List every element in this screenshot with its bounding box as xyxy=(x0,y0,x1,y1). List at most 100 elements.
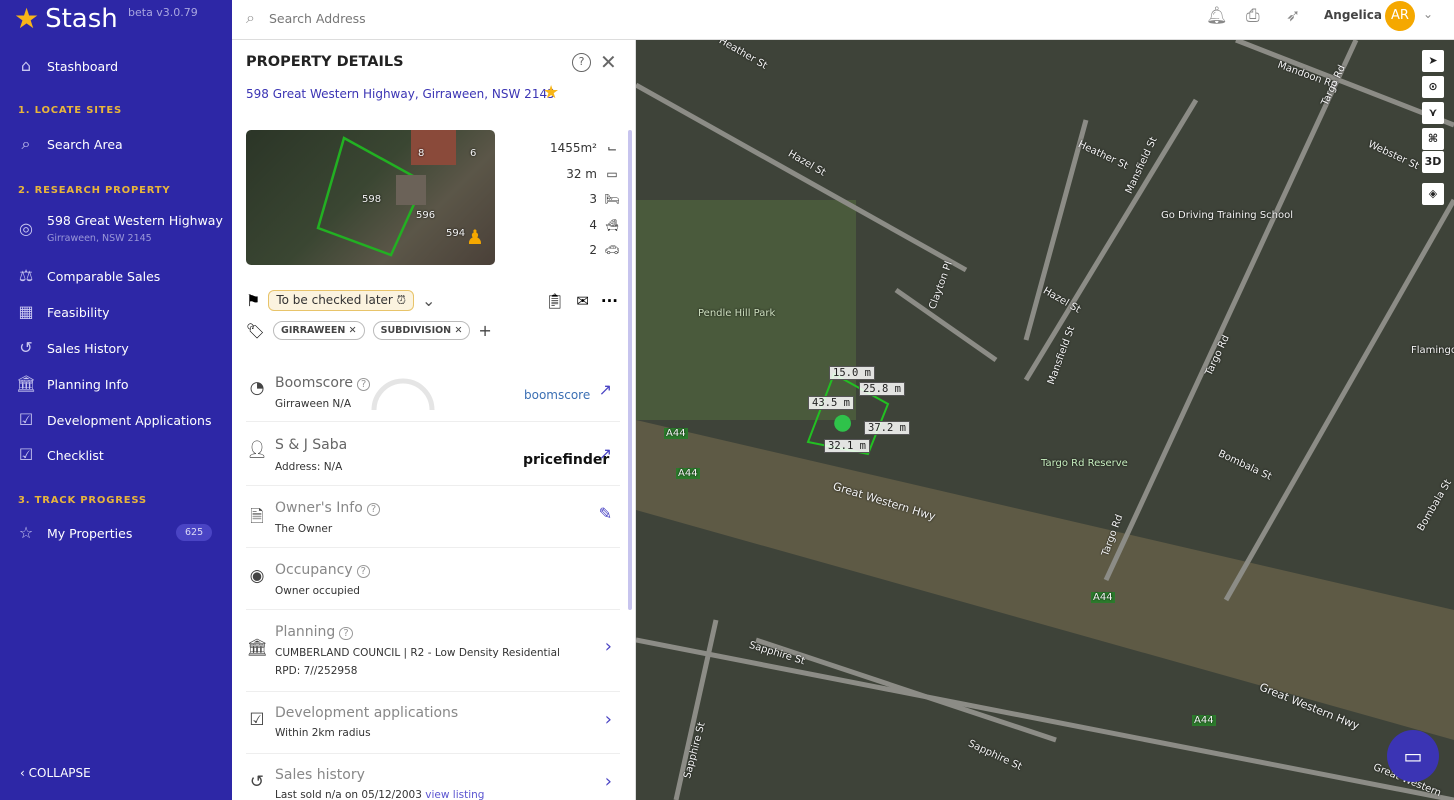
avatar[interactable]: AR xyxy=(1385,1,1415,31)
sidebar-item-feasibility[interactable]: ▦ Feasibility xyxy=(16,302,109,322)
view-listing-link[interactable]: view listing xyxy=(425,789,484,800)
label: Search Area xyxy=(47,136,123,152)
street-view-person-icon[interactable]: ♟ xyxy=(466,225,484,249)
property-marker-icon[interactable]: ● xyxy=(833,410,852,435)
section-title: S & J Saba xyxy=(275,437,348,453)
label: Planning Info xyxy=(47,376,129,392)
label: Checklist xyxy=(47,447,104,463)
section-sub: CUMBERLAND COUNCIL | R2 - Low Density Re… xyxy=(275,647,560,659)
top-bar: ⌕ Search Address 🔔︎ ⎙ ➶ Angelica AR ⌄ xyxy=(232,0,1454,40)
measurement-label: 15.0 m xyxy=(829,366,875,380)
search-address[interactable]: ⌕ Search Address xyxy=(246,8,366,28)
label: To be checked later xyxy=(276,293,393,307)
search-input[interactable]: Search Address xyxy=(269,11,366,26)
bed-icon: 🛏︎ xyxy=(604,192,620,206)
section-sub: RPD: 7//252958 xyxy=(275,665,358,677)
sidebar-item-comparable-sales[interactable]: ⚖ Comparable Sales xyxy=(16,266,160,286)
section-sub: Within 2km radius xyxy=(275,727,371,739)
chevron-down-icon[interactable]: ⌄ xyxy=(422,291,435,310)
status-select[interactable]: To be checked later ⏰︎ xyxy=(268,290,415,311)
measurement-label: 43.5 m xyxy=(808,396,854,410)
pin-tool-button[interactable]: ⊙ xyxy=(1422,76,1444,98)
owners-info-section[interactable]: 🗎 Owner's Info? The Owner ✎ xyxy=(246,486,620,548)
favorite-star-icon[interactable]: ★ xyxy=(543,82,559,103)
sidebar-item-property[interactable]: ◎ 598 Great Western Highway Girraween, NSW… xyxy=(16,213,223,244)
logo[interactable]: ★ Stash beta v3.0.79 xyxy=(14,2,198,35)
bell-icon[interactable]: 🔔︎ xyxy=(1206,6,1228,26)
chevron-right-icon[interactable]: › xyxy=(605,636,612,657)
measurement-label: 32.1 m xyxy=(824,439,870,453)
chat-button[interactable]: ▭ xyxy=(1387,730,1439,782)
sidebar-item-stashboard[interactable]: ⌂ Stashboard xyxy=(16,56,118,76)
land-area: 1455m² xyxy=(549,141,597,155)
measurement-label: 25.8 m xyxy=(859,382,905,396)
section-track-progress: 3. TRACK PROGRESS xyxy=(18,495,147,506)
tag[interactable]: GIRRAWEEN ✕ xyxy=(273,321,365,340)
bathrooms: 4 xyxy=(589,217,597,232)
section-sub: Last sold n/a on 05/12/2003 xyxy=(275,789,422,800)
ruler-icon: ▭ xyxy=(606,166,618,181)
polygon-tool-button[interactable]: ⌘ xyxy=(1422,128,1444,150)
label: Occupancy xyxy=(275,562,353,578)
scrollbar[interactable] xyxy=(628,130,632,610)
clipboard-icon[interactable]: 📋︎ xyxy=(545,292,564,310)
history-icon: ↺ xyxy=(19,338,33,357)
section-sub: Girraween N/A xyxy=(275,398,352,410)
chevron-right-icon[interactable]: › xyxy=(605,771,612,792)
printer-icon[interactable]: ⎙ xyxy=(1246,6,1260,26)
sidebar-item-search-area[interactable]: ⌕ Search Area xyxy=(16,134,123,154)
land-area-icon: ⌙ xyxy=(606,141,618,155)
lot-label: 598 xyxy=(362,194,382,205)
layers-button[interactable]: ◈ xyxy=(1422,183,1444,205)
tag[interactable]: SUBDIVISION ✕ xyxy=(372,321,471,340)
label: SUBDIVISION xyxy=(380,325,452,336)
chevron-down-icon[interactable]: ⌄ xyxy=(1423,7,1433,21)
map[interactable]: Heather St Mandoon Rd Targo Rd Webster S… xyxy=(636,40,1454,800)
occupancy-section[interactable]: ◉ Occupancy? Owner occupied xyxy=(246,548,620,610)
sidebar-item-sales-history[interactable]: ↺ Sales History xyxy=(16,338,128,358)
owner-section[interactable]: 👤︎ S & J Saba Address: N/A pricefinder ↗ xyxy=(246,422,620,486)
search-icon: ⌕ xyxy=(21,134,31,153)
section-sub: The Owner xyxy=(275,523,333,535)
property-thumbnail[interactable]: 598 596 594 6 8 ♟ xyxy=(246,130,495,265)
calculator-icon: ▦ xyxy=(18,302,34,321)
help-icon[interactable]: ? xyxy=(572,53,591,72)
help-icon[interactable]: ? xyxy=(356,565,370,578)
my-properties-count-badge: 625 xyxy=(176,524,213,541)
edit-pencil-icon[interactable]: ✎ xyxy=(599,504,612,523)
pointer-tool-button[interactable]: ➤ xyxy=(1422,50,1444,72)
mail-add-icon[interactable]: ✉ xyxy=(576,292,589,310)
boomscore-logo: boomscore xyxy=(524,388,591,402)
section-title: Boomscore? xyxy=(275,375,371,391)
development-applications-section[interactable]: ☑ Development applications Within 2km ra… xyxy=(246,692,620,754)
external-link-icon[interactable]: ↗ xyxy=(599,444,612,463)
bath-icon: 🛁︎ xyxy=(604,217,620,232)
sidebar-item-checklist[interactable]: ☑ Checklist xyxy=(16,445,104,465)
scales-icon: ⚖ xyxy=(18,266,34,285)
add-tag-button[interactable]: + xyxy=(478,321,491,340)
sales-history-section[interactable]: ↺ Sales history Last sold n/a on 05/12/2… xyxy=(246,754,620,800)
close-icon[interactable]: ✕ xyxy=(600,50,617,74)
sidebar-item-development-applications[interactable]: ☑ Development Applications xyxy=(16,410,212,430)
user-name[interactable]: Angelica xyxy=(1324,8,1382,22)
planning-section[interactable]: 🏛 Planning? CUMBERLAND COUNCIL | R2 - Lo… xyxy=(246,610,620,692)
sidebar-item-my-properties[interactable]: ☆ My Properties xyxy=(16,523,133,543)
boomscore-section[interactable]: ◔ Boomscore? Girraween N/A boomscore ↗ xyxy=(246,360,620,422)
help-icon[interactable]: ? xyxy=(339,627,353,640)
chevron-right-icon[interactable]: › xyxy=(605,709,612,730)
lot-label: 8 xyxy=(418,148,425,159)
help-icon[interactable]: ? xyxy=(366,503,381,516)
rocket-icon[interactable]: ➶ xyxy=(1286,6,1300,26)
label: 598 Great Western Highway xyxy=(47,213,223,228)
sidebar-item-planning-info[interactable]: 🏛 Planning Info xyxy=(16,374,128,394)
collapse-button[interactable]: ‹ COLLAPSE xyxy=(20,766,91,780)
external-link-icon[interactable]: ↗ xyxy=(599,380,612,399)
help-icon[interactable]: ? xyxy=(357,378,371,391)
more-icon[interactable]: ··· xyxy=(601,292,618,310)
clipboard-check-icon: ☑ xyxy=(18,410,34,429)
3d-toggle-button[interactable]: 3D xyxy=(1422,151,1444,173)
polyline-tool-button[interactable]: ⋎ xyxy=(1422,102,1444,124)
property-address[interactable]: 598 Great Western Highway, Girraween, NS… xyxy=(246,87,555,101)
section-research-property: 2. RESEARCH PROPERTY xyxy=(18,185,171,196)
section-sub: Owner occupied xyxy=(275,585,360,597)
